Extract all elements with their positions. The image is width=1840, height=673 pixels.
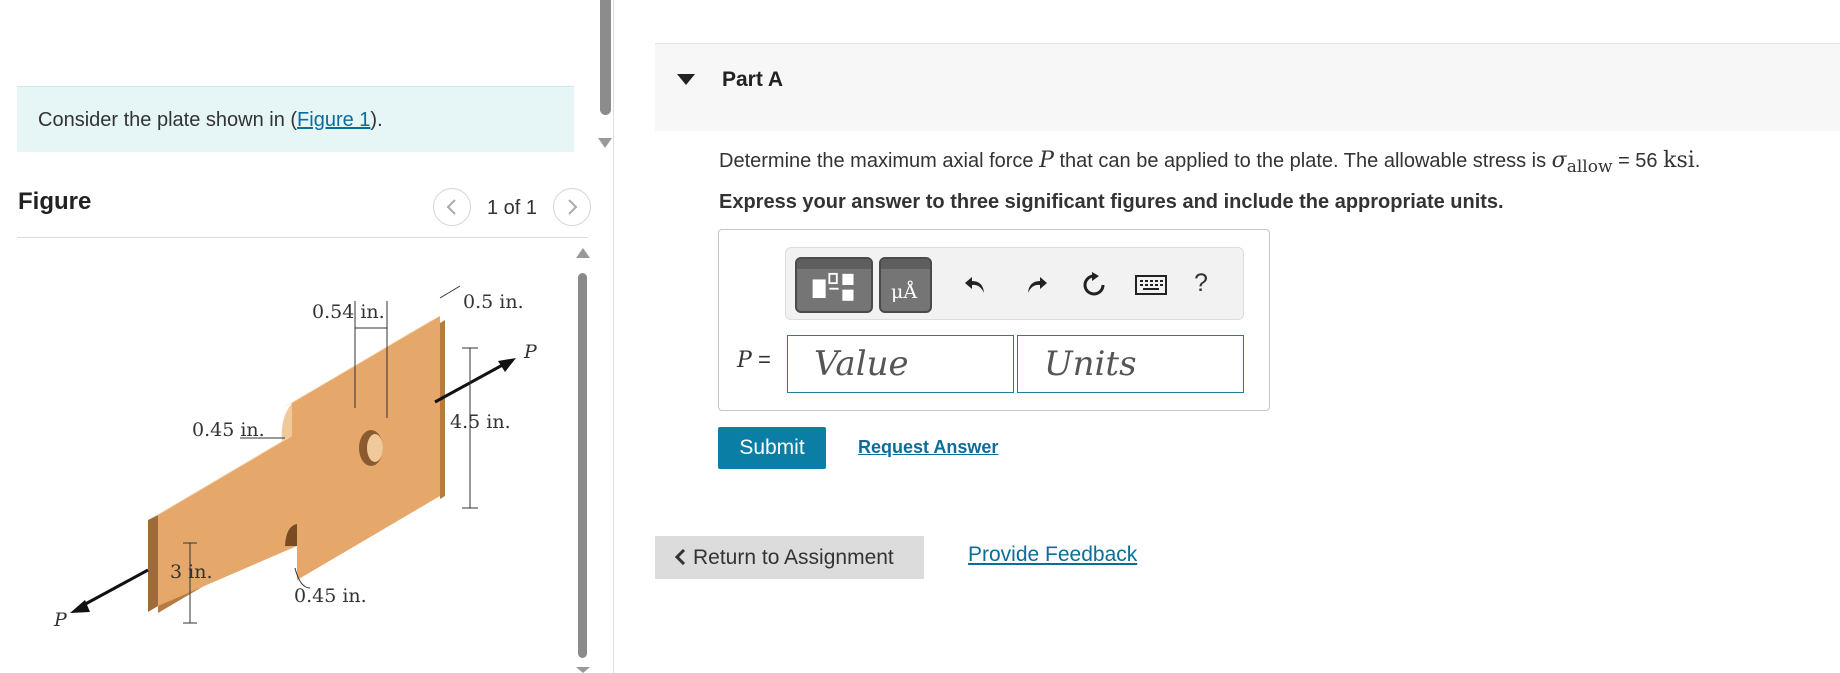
undo-button[interactable] xyxy=(956,265,996,305)
redo-icon xyxy=(1028,277,1047,293)
reset-button[interactable] xyxy=(1074,265,1114,305)
label-left-radius: 0.45 in. xyxy=(192,419,265,441)
request-answer-link[interactable]: Request Answer xyxy=(858,437,998,458)
help-button[interactable]: ? xyxy=(1194,269,1208,298)
figure-scroll-up[interactable] xyxy=(576,248,590,258)
left-pane-scrollbar-thumb[interactable] xyxy=(600,0,611,115)
left-pane: Consider the plate shown in (Figure 1). … xyxy=(0,0,600,673)
label-bottom-radius: 0.45 in. xyxy=(294,585,367,607)
left-pane-scroll-down[interactable] xyxy=(598,138,612,148)
plate-right-edge xyxy=(440,320,445,499)
submit-button[interactable]: Submit xyxy=(718,427,826,469)
caret-down-icon xyxy=(677,74,695,85)
keyboard-icon xyxy=(1135,275,1167,295)
figure-scrollbar-thumb[interactable] xyxy=(578,273,587,658)
figure-scroll-down[interactable] xyxy=(576,667,590,673)
intro-box: Consider the plate shown in (Figure 1). xyxy=(17,86,574,152)
units-glyph: μÅ xyxy=(891,281,918,303)
figure-heading: Figure xyxy=(18,188,92,215)
part-a-header[interactable]: Part A xyxy=(655,43,1840,131)
chevron-left-icon xyxy=(446,199,456,215)
chevron-left-icon xyxy=(675,548,686,565)
plate-hole-inner xyxy=(367,434,383,462)
label-thickness: 3 in. xyxy=(170,561,212,583)
force-left-line xyxy=(77,568,149,610)
return-to-assignment-button[interactable]: Return to Assignment xyxy=(655,536,924,579)
notch-left xyxy=(281,403,292,441)
intro-text-end: ). xyxy=(370,109,383,131)
provide-feedback-link[interactable]: Provide Feedback xyxy=(968,543,1137,567)
reset-icon xyxy=(1083,272,1105,296)
part-title: Part A xyxy=(722,68,784,91)
label-top-right: 0.5 in. xyxy=(463,291,524,313)
instruction-text: Express your answer to three significant… xyxy=(719,191,1504,213)
value-input[interactable] xyxy=(787,335,1014,393)
figure-prev-button[interactable] xyxy=(433,188,471,226)
keyboard-button[interactable] xyxy=(1131,265,1171,305)
pane-divider[interactable] xyxy=(613,0,614,673)
plate-left-edge xyxy=(148,515,158,612)
force-right-line xyxy=(434,360,509,404)
answer-label: P = xyxy=(737,347,771,373)
templates-button[interactable] xyxy=(795,257,873,313)
label-force-right: P xyxy=(523,341,538,363)
intro-text: Consider the plate shown in ( xyxy=(38,109,298,131)
return-label: Return to Assignment xyxy=(693,545,894,569)
chevron-right-icon xyxy=(568,199,578,215)
figure-counter: 1 of 1 xyxy=(487,197,538,219)
units-input[interactable] xyxy=(1017,335,1244,393)
question-text: Determine the maximum axial force P that… xyxy=(719,148,1701,177)
figure-link[interactable]: Figure 1 xyxy=(297,109,370,131)
answer-box: μÅ ? P = xyxy=(718,229,1270,411)
force-right-arrowhead xyxy=(498,358,516,372)
units-button[interactable]: μÅ xyxy=(879,257,932,313)
plate-figure: 0.54 in. 0.5 in. P 4.5 in. 0.45 in. 3 in… xyxy=(53,285,538,631)
label-top-notch: 0.54 in. xyxy=(312,301,385,323)
templates-icon xyxy=(812,272,854,301)
label-height: 4.5 in. xyxy=(450,411,511,433)
redo-button[interactable] xyxy=(1016,265,1056,305)
label-force-left: P xyxy=(53,609,68,631)
math-toolbar: μÅ ? xyxy=(785,247,1244,320)
figure-next-button[interactable] xyxy=(553,188,591,226)
undo-icon xyxy=(965,277,984,293)
figure-divider xyxy=(17,237,588,238)
